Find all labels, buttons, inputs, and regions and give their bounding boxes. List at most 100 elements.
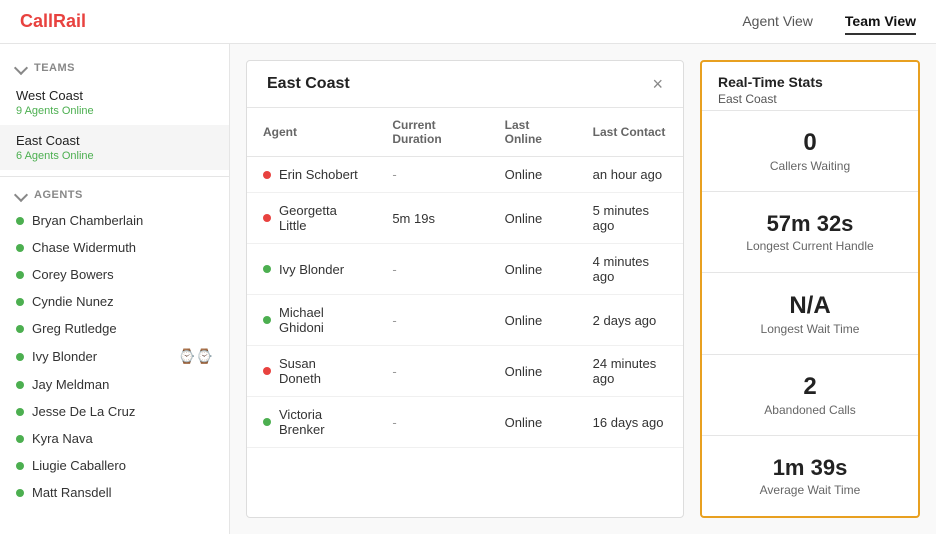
stats-item-0: 0 Callers Waiting (702, 110, 918, 191)
modal-header: East Coast × (247, 61, 683, 108)
stats-value: 0 (803, 129, 816, 157)
sidebar-agent-4[interactable]: Greg Rutledge (0, 315, 229, 342)
sidebar-agent-6[interactable]: Jay Meldman (0, 371, 229, 398)
sidebar-agent-9[interactable]: Liugie Caballero (0, 452, 229, 479)
east-coast-name: East Coast (16, 133, 213, 148)
agent-name: Corey Bowers (32, 267, 213, 282)
header: CallRail Agent View Team View (0, 0, 936, 44)
col-last-online: Last Online (489, 108, 577, 157)
table-body: Erin Schobert - Online an hour ago Georg… (247, 157, 683, 448)
sidebar: TEAMS West Coast 9 Agents Online East Co… (0, 44, 230, 534)
col-agent: Agent (247, 108, 376, 157)
agent-status-dot (16, 217, 24, 225)
agents-section-label: AGENTS (34, 189, 83, 201)
stats-item-2: N/A Longest Wait Time (702, 272, 918, 353)
cell-agent: Georgetta Little (247, 193, 376, 244)
table-header-row: Agent Current Duration Last Online Last … (247, 108, 683, 157)
cell-duration: - (376, 346, 488, 397)
agent-status-dot (16, 381, 24, 389)
main-layout: TEAMS West Coast 9 Agents Online East Co… (0, 44, 936, 534)
cell-agent: Victoria Brenker (247, 397, 376, 448)
sidebar-divider (0, 176, 229, 177)
west-coast-name: West Coast (16, 88, 213, 103)
table-row: Georgetta Little 5m 19s Online 5 minutes… (247, 193, 683, 244)
stats-value: 1m 39s (773, 455, 848, 481)
agent-name: Kyra Nava (32, 431, 213, 446)
sidebar-agent-8[interactable]: Kyra Nava (0, 425, 229, 452)
cell-last-online: Online (489, 295, 577, 346)
cell-agent: Michael Ghidoni (247, 295, 376, 346)
west-coast-online: 9 Agents Online (16, 105, 213, 117)
sidebar-agent-10[interactable]: Matt Ransdell (0, 479, 229, 506)
cell-last-contact: 16 days ago (577, 397, 683, 448)
cell-last-online: Online (489, 244, 577, 295)
agent-status-dot (16, 408, 24, 416)
tab-team-view[interactable]: Team View (845, 9, 916, 35)
sidebar-agent-5[interactable]: Ivy Blonder ⌚⌚ (0, 342, 229, 371)
logo-text: CallRail (20, 11, 86, 31)
table-row: Erin Schobert - Online an hour ago (247, 157, 683, 193)
row-status-dot (263, 418, 271, 426)
row-status-dot (263, 214, 271, 222)
sidebar-agent-7[interactable]: Jesse De La Cruz (0, 398, 229, 425)
agent-status-dot (16, 435, 24, 443)
agent-status-dot (16, 298, 24, 306)
stats-item-3: 2 Abandoned Calls (702, 354, 918, 435)
agents-section-header: AGENTS (0, 183, 229, 207)
stats-label: Longest Wait Time (761, 322, 860, 336)
stats-item-1: 57m 32s Longest Current Handle (702, 191, 918, 272)
agent-name: Ivy Blonder (32, 349, 170, 364)
cell-last-online: Online (489, 157, 577, 193)
agent-status-dot (16, 489, 24, 497)
cell-duration: 5m 19s (376, 193, 488, 244)
cell-duration: - (376, 157, 488, 193)
tab-agent-view[interactable]: Agent View (742, 9, 813, 35)
col-last-contact: Last Contact (577, 108, 683, 157)
sidebar-agent-0[interactable]: Bryan Chamberlain (0, 207, 229, 234)
stats-panel: Real-Time Stats East Coast 0 Callers Wai… (700, 60, 920, 518)
agents-table-container: Agent Current Duration Last Online Last … (247, 108, 683, 517)
teams-chevron-icon (14, 61, 28, 75)
table-row: Susan Doneth - Online 24 minutes ago (247, 346, 683, 397)
sidebar-item-east-coast[interactable]: East Coast 6 Agents Online (0, 125, 229, 170)
agent-status-dot (16, 325, 24, 333)
row-agent-name: Ivy Blonder (279, 262, 344, 277)
table-head: Agent Current Duration Last Online Last … (247, 108, 683, 157)
teams-section-label: TEAMS (34, 62, 75, 74)
cell-last-contact: 4 minutes ago (577, 244, 683, 295)
agent-name: Matt Ransdell (32, 485, 213, 500)
cell-last-online: Online (489, 397, 577, 448)
row-status-dot (263, 367, 271, 375)
table-row: Victoria Brenker - Online 16 days ago (247, 397, 683, 448)
sidebar-agent-2[interactable]: Corey Bowers (0, 261, 229, 288)
stats-title: Real-Time Stats (718, 74, 902, 90)
stats-value: N/A (789, 292, 830, 320)
stats-label: Average Wait Time (760, 483, 861, 497)
agent-name: Chase Widermuth (32, 240, 213, 255)
stats-label: Longest Current Handle (746, 239, 873, 253)
table-row: Michael Ghidoni - Online 2 days ago (247, 295, 683, 346)
teams-section-header: TEAMS (0, 56, 229, 80)
row-agent-name: Georgetta Little (279, 203, 360, 233)
row-agent-name: Erin Schobert (279, 167, 358, 182)
agent-status-dot (16, 353, 24, 361)
stats-item-4: 1m 39s Average Wait Time (702, 435, 918, 516)
stats-label: Callers Waiting (770, 159, 850, 173)
sidebar-agent-1[interactable]: Chase Widermuth (0, 234, 229, 261)
stats-value: 57m 32s (767, 211, 854, 237)
sidebar-item-west-coast[interactable]: West Coast 9 Agents Online (0, 80, 229, 125)
sidebar-agent-3[interactable]: Cyndie Nunez (0, 288, 229, 315)
stats-subtitle: East Coast (718, 92, 902, 106)
agent-name: Greg Rutledge (32, 321, 213, 336)
stats-value: 2 (803, 373, 816, 401)
cell-duration: - (376, 295, 488, 346)
logo: CallRail (20, 11, 86, 32)
team-detail-panel: East Coast × Agent Current Duration Last… (246, 60, 684, 518)
row-status-dot (263, 316, 271, 324)
agent-name: Bryan Chamberlain (32, 213, 213, 228)
modal-title: East Coast (267, 75, 350, 93)
cell-duration: - (376, 397, 488, 448)
agents-chevron-icon (14, 188, 28, 202)
nav-tabs: Agent View Team View (742, 9, 916, 35)
modal-close-button[interactable]: × (652, 75, 663, 93)
